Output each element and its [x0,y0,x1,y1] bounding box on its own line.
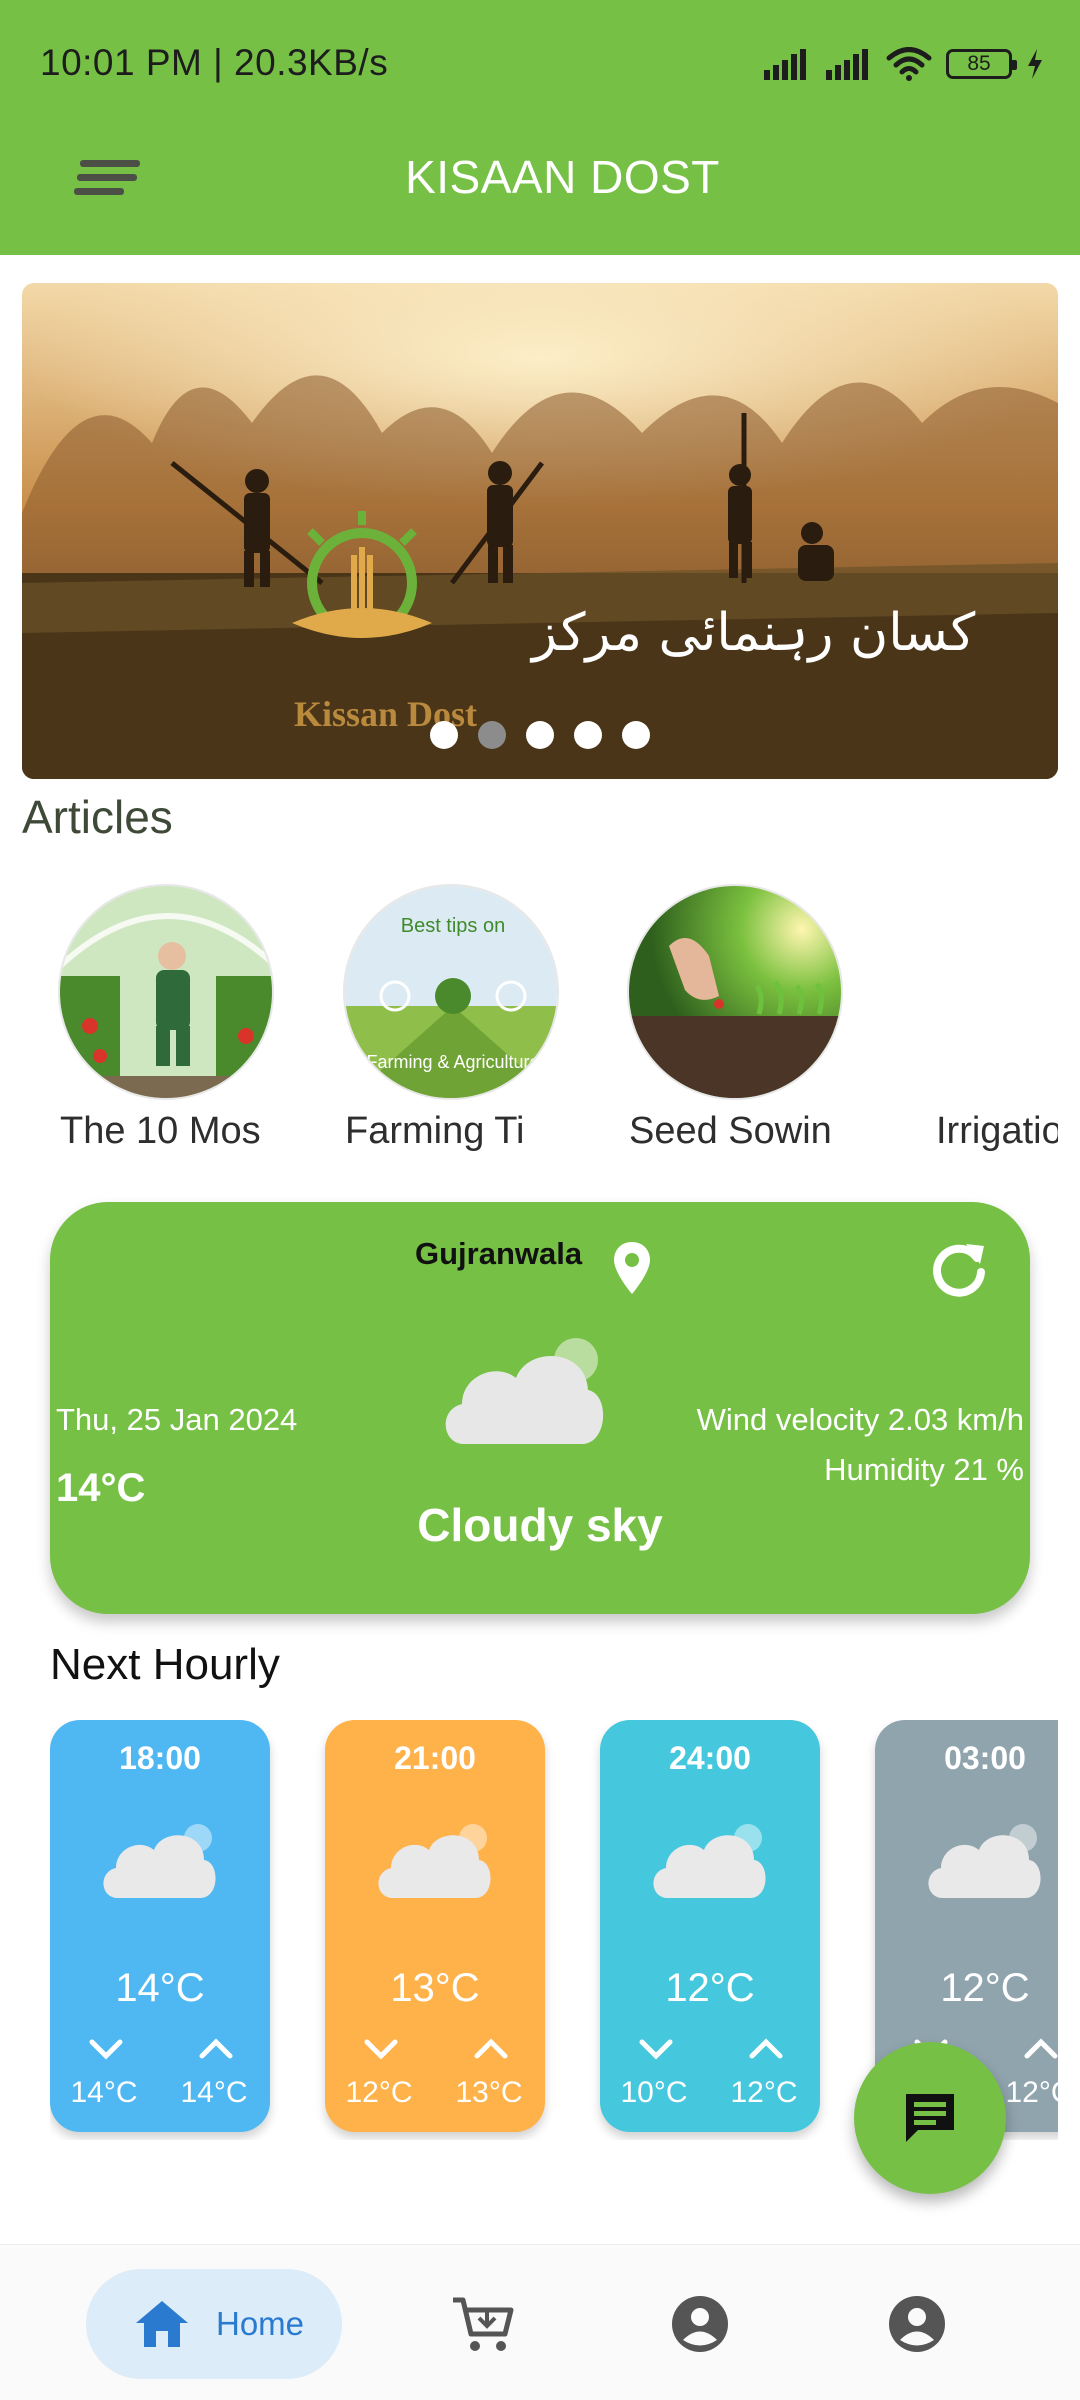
articles-list[interactable]: The 10 Mos Best tips on Farming & Agricu… [48,884,1058,1164]
chevron-up-icon [1021,2036,1058,2067]
hourly-time: 03:00 [944,1740,1026,1776]
signal-icon [764,49,806,80]
status-time: 10:01 PM | 20.3KB/s [40,42,389,83]
article-label: Farming Ti [345,1110,525,1152]
hourly-min-temp: 14°C [70,2076,138,2109]
cloud-icon [923,1824,1047,1905]
carousel-dot[interactable] [526,721,554,749]
article-image: Best tips on Farming & Agriculture [343,884,559,1100]
bottom-navigation: Home [0,2244,1080,2400]
hourly-title: Next Hourly [50,1640,280,1689]
cloud-icon [373,1824,497,1905]
nav-home-label: Home [216,2305,305,2342]
hourly-temp: 12°C [665,1966,755,2010]
weather-humidity: Humidity 21 % [824,1452,1024,1487]
carousel-dot[interactable] [622,721,650,749]
profile-icon [672,2296,728,2352]
weather-city: Gujranwala [415,1236,583,1271]
chevron-up-icon [196,2036,236,2067]
top-app-bar: 10:01 PM | 20.3KB/s 85 KISAAN DOST [0,0,1080,255]
chevron-down-icon [361,2036,401,2067]
hourly-temp: 14°C [115,1966,205,2010]
chevron-down-icon [86,2036,126,2067]
nav-account-button[interactable] [882,2289,952,2359]
banner-image [22,283,1058,779]
cloud-icon [648,1824,772,1905]
weather-description: Cloudy sky [417,1499,663,1551]
hourly-temp: 12°C [940,1966,1030,2010]
banner-caption: کسان رہنمائی مرکز [532,603,976,663]
weather-card: Gujranwala Thu, 25 Jan 2024 14°C Cloudy … [50,1202,1030,1614]
hourly-min-temp: 12°C [345,2076,413,2109]
nav-cart-button[interactable] [448,2289,518,2359]
article-image [627,884,843,1100]
article-item[interactable]: Irrigatio [902,884,1058,1164]
hourly-temp: 13°C [390,1966,480,2010]
article-label: Seed Sowin [629,1110,832,1152]
hourly-max-temp: 12°C [730,2076,798,2109]
hourly-card[interactable]: 24:00 12°C 10°C 12°C [600,1720,820,2132]
article-item[interactable]: The 10 Mos [48,884,328,1164]
carousel-dot[interactable] [574,721,602,749]
hourly-time: 24:00 [669,1740,751,1776]
battery-icon: 85 [946,49,1017,79]
article-item[interactable]: Best tips on Farming & Agriculture Farmi… [333,884,613,1164]
articles-title: Articles [22,791,173,843]
cart-icon [453,2297,514,2351]
hourly-card[interactable]: 21:00 13°C 12°C 13°C [325,1720,545,2132]
carousel-dot[interactable] [478,721,506,749]
weather-date: Thu, 25 Jan 2024 [56,1402,298,1437]
chat-icon [906,2094,954,2142]
article-image-subtext: Farming & Agriculture [366,1052,539,1072]
carousel-indicators [22,721,1058,749]
status-icons: 85 [762,44,1044,84]
battery-level: 85 [967,52,991,75]
nav-profile-button[interactable] [665,2289,735,2359]
hourly-time: 21:00 [394,1740,476,1776]
chevron-up-icon [746,2036,786,2067]
charging-icon [1028,49,1042,79]
article-label: Irrigatio [936,1110,1058,1152]
wifi-icon [886,47,932,81]
hourly-max-temp: 14°C [180,2076,248,2109]
article-label: The 10 Mos [60,1110,261,1152]
refresh-icon[interactable] [930,1240,988,1298]
home-icon [136,2301,188,2347]
nav-home-button[interactable]: Home [86,2269,342,2379]
hourly-card[interactable]: 18:00 14°C 14°C 14°C [50,1720,270,2132]
cloud-icon [98,1824,222,1905]
chevron-down-icon [636,2036,676,2067]
signal-icon [826,49,868,80]
chat-button[interactable] [854,2042,1006,2194]
banner-carousel[interactable]: کسان رہنمائی مرکز Kissan Dost [22,283,1058,779]
account-icon [889,2296,945,2352]
carousel-dot[interactable] [430,721,458,749]
chevron-up-icon [471,2036,511,2067]
hourly-max-temp: 12°C [1005,2076,1058,2109]
article-image-text: Best tips on [401,915,506,937]
cloud-icon [445,1338,604,1444]
hourly-max-temp: 13°C [455,2076,523,2109]
weather-wind: Wind velocity 2.03 km/h [696,1402,1024,1437]
app-title: KISAAN DOST [405,151,720,203]
hourly-time: 18:00 [119,1740,201,1776]
article-image [58,884,274,1100]
article-item[interactable]: Seed Sowin [617,884,897,1164]
location-pin-icon[interactable] [612,1240,652,1296]
hourly-min-temp: 10°C [620,2076,688,2109]
